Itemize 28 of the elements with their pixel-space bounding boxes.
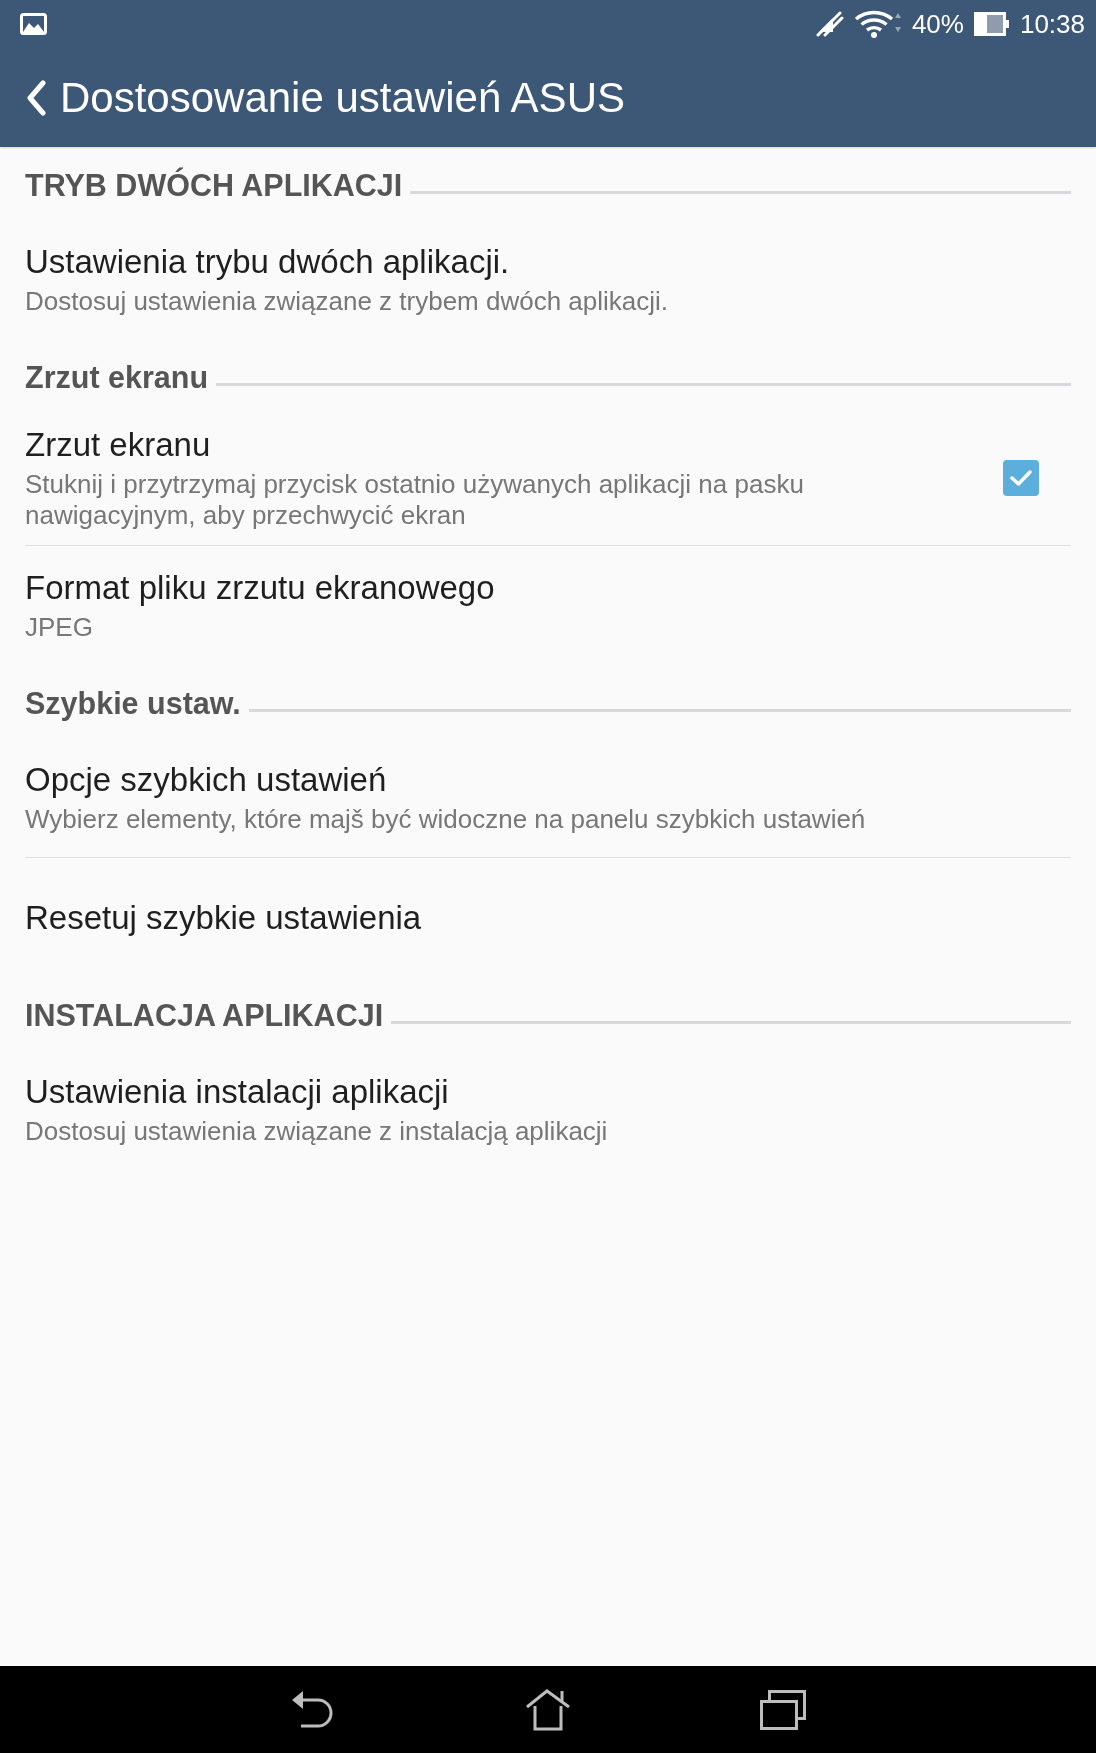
setting-title[interactable]: Resetuj szybkie ustawienia [25, 897, 1071, 938]
mute-icon [815, 11, 844, 37]
setting-summary: Stuknij i przytrzymaj przycisk ostatnio używanych aplikacji na pasku nawigacyjnym, aby przechwycić ekran [25, 469, 805, 531]
battery-icon [973, 12, 1010, 36]
screen-title: Dostosowanie ustawień ASUS [60, 73, 625, 122]
back-icon [292, 1689, 334, 1730]
section-header: INSTALACJA APLIKACJI [25, 997, 384, 1033]
wifi-icon [853, 9, 902, 39]
setting-title[interactable]: Ustawienia trybu dwóch aplikacji. [25, 241, 1071, 282]
recent-apps-icon [760, 1689, 806, 1730]
back-icon[interactable] [25, 79, 47, 116]
setting-summary: JPEG [25, 612, 94, 643]
check-icon [1009, 468, 1033, 488]
section-header: Zrzut ekranu [25, 359, 209, 395]
clock-time: 10:38 [1019, 9, 1085, 39]
section-header: TRYB DWÓCH APLIKACJI [25, 167, 403, 203]
checkbox[interactable] [1003, 460, 1039, 496]
image-icon [20, 13, 47, 35]
setting-title[interactable]: Ustawienia instalacji aplikacji [25, 1071, 1071, 1112]
section-header: Szybkie ustaw. [25, 685, 241, 721]
setting-summary: Dostosuj ustawienia związane z instalacją aplikacji [25, 1115, 609, 1147]
battery-percentage: 40% [911, 9, 964, 39]
setting-title[interactable]: Opcje szybkich ustawień [25, 759, 1071, 800]
setting-summary: Dostosuj ustawienia związane z trybem dwóch aplikacji. [25, 285, 670, 317]
setting-title[interactable]: Format pliku zrzutu ekranowego [25, 568, 1071, 608]
setting-title[interactable]: Zrzut ekranu [25, 425, 901, 465]
home-icon [525, 1688, 571, 1731]
setting-summary: Wybierz elementy, które majš być widoczne na panelu szybkich ustawień [25, 803, 867, 835]
